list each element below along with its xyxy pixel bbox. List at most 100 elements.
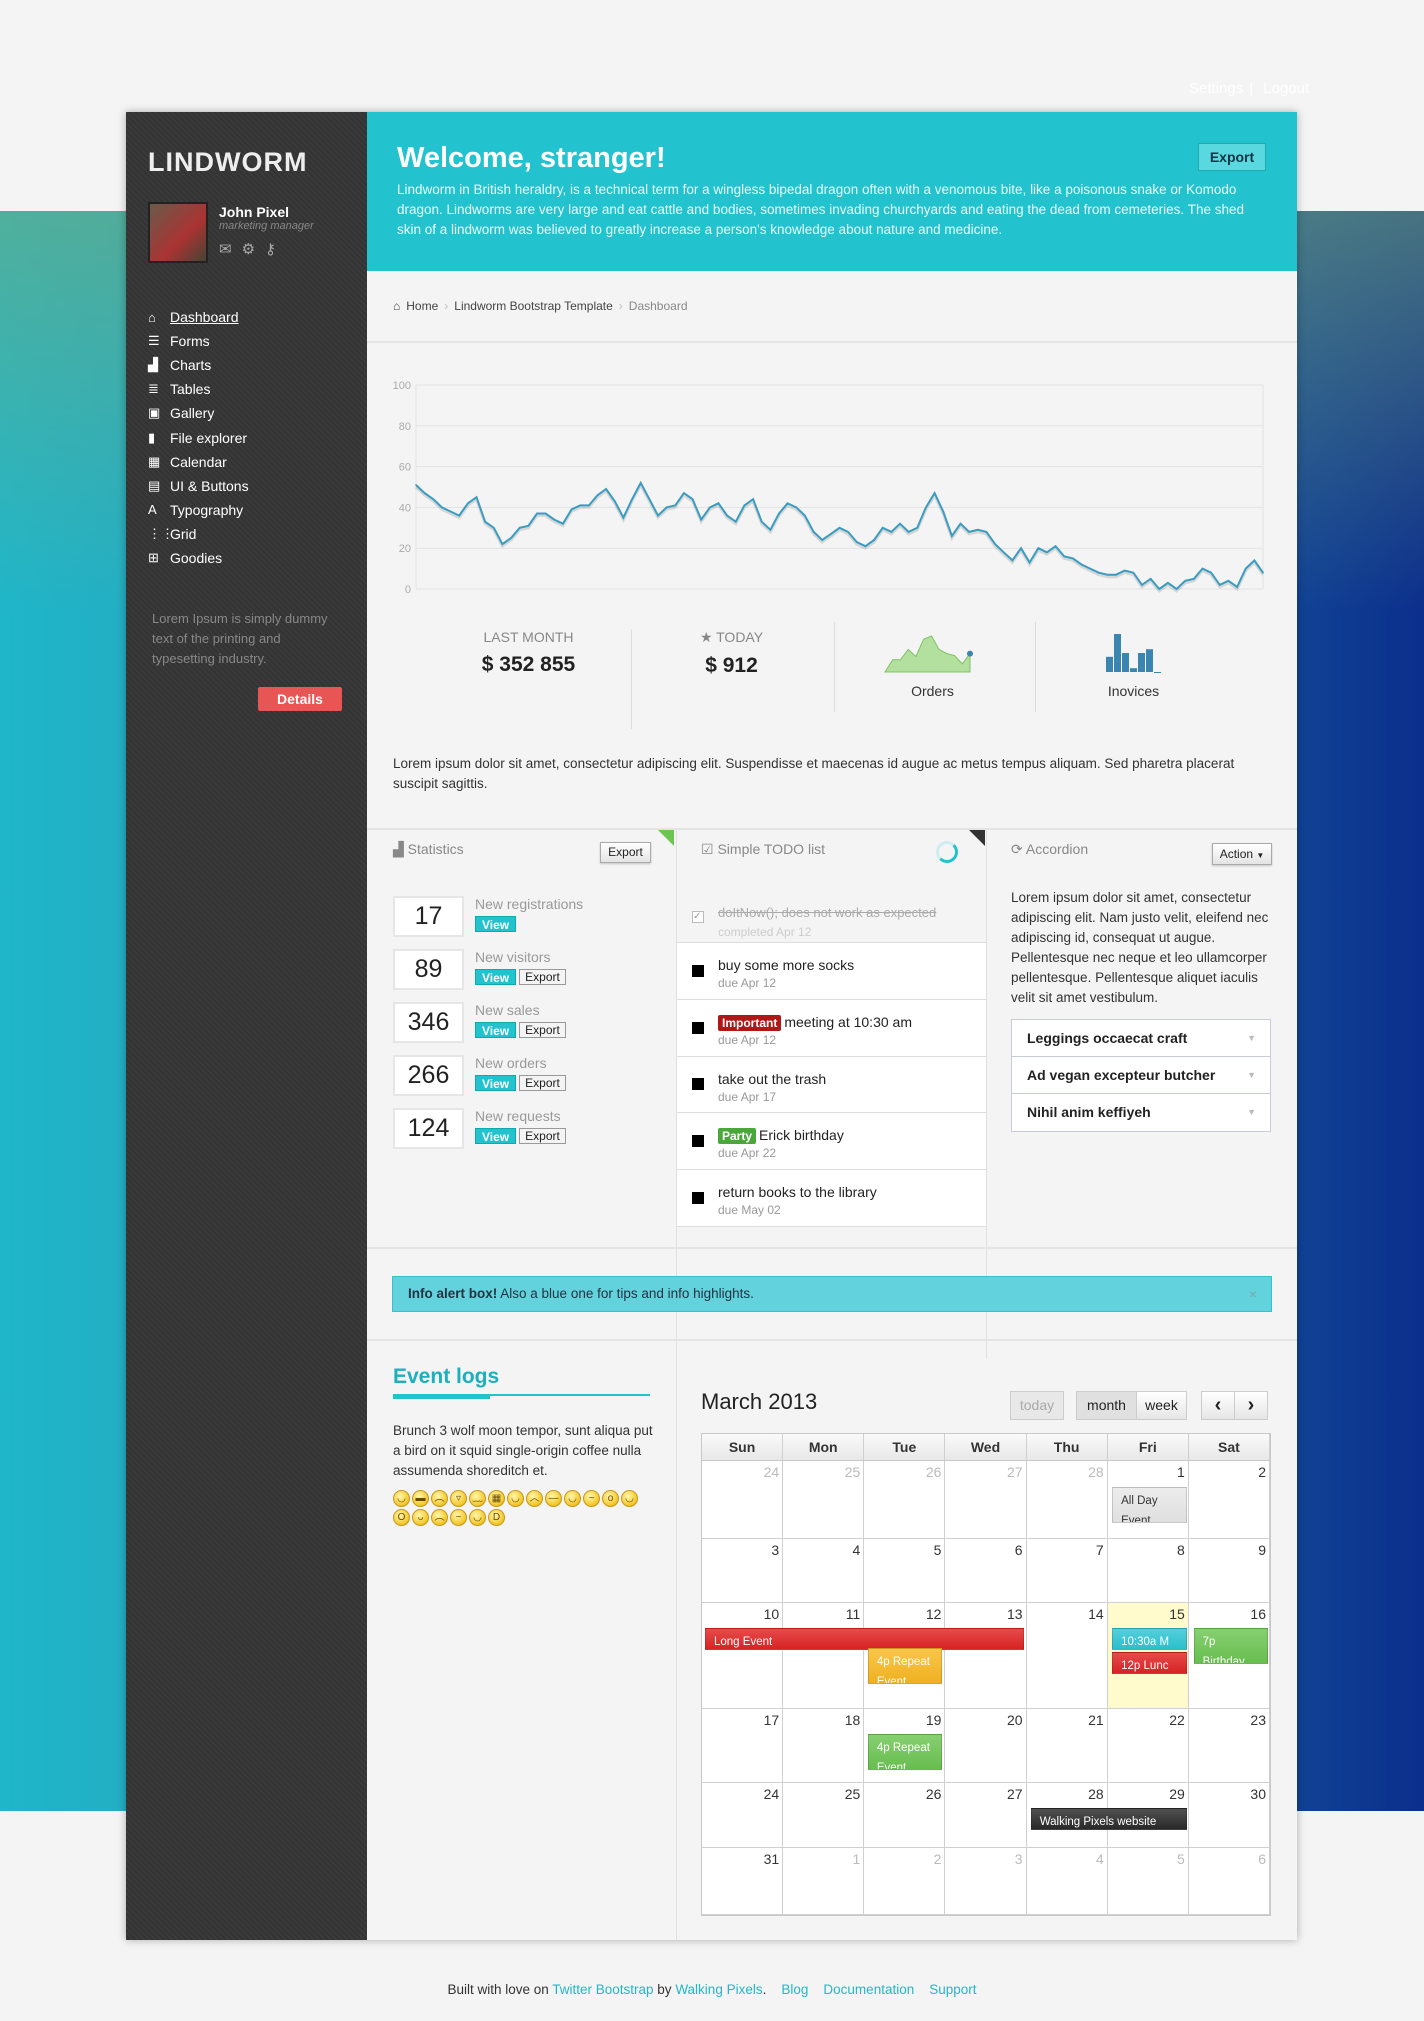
calendar-event[interactable]: All Day Event xyxy=(1112,1487,1187,1523)
sidebar-item-grid[interactable]: ⋮⋮ Grid xyxy=(148,522,249,546)
todo-item[interactable]: Party Erick birthday due Apr 22 xyxy=(677,1113,986,1170)
calendar-day[interactable]: 2 xyxy=(864,1848,946,1914)
calendar-day[interactable]: 23 xyxy=(1189,1709,1270,1782)
calendar-day[interactable]: 1 xyxy=(783,1848,865,1914)
export-button[interactable]: Export xyxy=(1198,143,1266,171)
calendar-day[interactable]: 26 xyxy=(864,1461,946,1538)
details-button[interactable]: Details xyxy=(258,687,342,711)
confused-emoticon-icon[interactable]: ~ xyxy=(583,1490,600,1507)
logo[interactable]: LINDWORM xyxy=(148,147,307,178)
calendar-day[interactable]: 24 xyxy=(702,1461,784,1538)
action-dropdown-button[interactable]: Action ▼ xyxy=(1212,843,1272,865)
calendar-day[interactable]: 21 xyxy=(1027,1709,1108,1782)
view-button[interactable]: View xyxy=(475,1022,517,1038)
worried-emoticon-icon[interactable]: ︵ xyxy=(431,1509,448,1526)
calendar-event[interactable]: 10:30a M xyxy=(1112,1628,1187,1650)
sidebar-item-calendar[interactable]: ▦ Calendar xyxy=(148,450,249,474)
view-button[interactable]: View xyxy=(475,969,517,985)
next-month-button[interactable]: › xyxy=(1234,1391,1268,1420)
checkbox[interactable] xyxy=(692,1078,704,1090)
todo-item[interactable]: take out the trash due Apr 17 xyxy=(677,1057,986,1113)
documentation-link[interactable]: Documentation xyxy=(823,1982,914,1997)
calendar-day[interactable]: 6 xyxy=(1189,1848,1270,1914)
sidebar-item-charts[interactable]: ▟ Charts xyxy=(148,353,249,377)
cool-emoticon-icon[interactable]: ▬ xyxy=(412,1490,429,1507)
calendar-day[interactable]: 26 xyxy=(864,1783,946,1847)
smile-emoticon-icon[interactable]: ◡ xyxy=(393,1490,410,1507)
walking-pixels-link[interactable]: Walking Pixels xyxy=(675,1982,762,1997)
accordion-item[interactable]: Nihil anim keffiyeh ▼ xyxy=(1012,1094,1270,1131)
calendar-day[interactable]: 30 xyxy=(1189,1783,1270,1847)
checkbox[interactable] xyxy=(692,1021,704,1034)
sidebar-item-goodies[interactable]: ⊞ Goodies xyxy=(148,546,249,570)
calendar-event[interactable]: 4p Repeat Event xyxy=(867,1648,943,1684)
gears-icon[interactable]: ⚙ xyxy=(242,240,255,258)
sidebar-item-tables[interactable]: ≣ Tables xyxy=(148,377,249,401)
neutral-emoticon-icon[interactable]: — xyxy=(545,1490,562,1507)
grin-emoticon-icon[interactable]: ▿ xyxy=(450,1490,467,1507)
todo-item[interactable]: ✓ doItNow(); does not work as expected com… xyxy=(677,893,986,943)
sidebar-item-typography[interactable]: A Typography xyxy=(148,498,249,522)
today-button[interactable]: today xyxy=(1010,1391,1064,1420)
todo-item[interactable]: return books to the library due May 02 xyxy=(677,1170,986,1227)
calendar-event[interactable]: Long Event xyxy=(705,1628,1024,1650)
calendar-day[interactable]: 28 xyxy=(1027,1461,1108,1538)
support-link[interactable]: Support xyxy=(929,1982,976,1997)
laugh-emoticon-icon[interactable]: ◡ xyxy=(507,1490,524,1507)
calendar-event[interactable]: 12p Lunc xyxy=(1112,1652,1187,1674)
teeth-emoticon-icon[interactable]: ▦ xyxy=(488,1490,505,1507)
todo-item[interactable]: buy some more socks due Apr 12 xyxy=(677,943,986,1000)
mail-icon[interactable]: ✉ xyxy=(219,240,232,258)
happy-emoticon-icon[interactable]: ◡ xyxy=(621,1490,638,1507)
calendar-day[interactable]: 27 xyxy=(945,1461,1027,1538)
sleepy-emoticon-icon[interactable]: ~ xyxy=(450,1509,467,1526)
sidebar-item-ui-buttons[interactable]: ▤ UI & Buttons xyxy=(148,474,249,498)
calendar-day[interactable]: 10 xyxy=(702,1603,784,1708)
calendar-day[interactable]: 18 xyxy=(783,1709,865,1782)
month-view-button[interactable]: month xyxy=(1076,1391,1137,1420)
checkbox[interactable] xyxy=(692,1191,704,1204)
calendar-day[interactable]: 14 xyxy=(1027,1603,1108,1708)
calendar-day[interactable]: 25 xyxy=(783,1783,865,1847)
calendar-day[interactable]: 5 xyxy=(1108,1848,1189,1914)
calendar-day[interactable]: 22 xyxy=(1108,1709,1189,1782)
wink-emoticon-icon[interactable]: ◡ xyxy=(469,1509,486,1526)
close-icon[interactable]: × xyxy=(1249,1277,1257,1311)
sidebar-item-dashboard[interactable]: ⌂ Dashboard xyxy=(148,305,249,329)
calendar-day[interactable]: 5 xyxy=(864,1539,946,1602)
todo-item[interactable]: Important meeting at 10:30 am due Apr 12 xyxy=(677,1000,986,1057)
calendar-day[interactable]: 9 xyxy=(1189,1539,1270,1602)
checkbox[interactable] xyxy=(692,964,704,977)
breadcrumb-home[interactable]: Home xyxy=(406,299,438,313)
cry-emoticon-icon[interactable]: ︵ xyxy=(431,1490,448,1507)
calendar-day[interactable]: 4 xyxy=(783,1539,865,1602)
calendar-day[interactable]: 3 xyxy=(702,1539,784,1602)
checkbox-checked-icon[interactable]: ✓ xyxy=(692,911,704,923)
export-button[interactable]: Export xyxy=(519,1075,566,1091)
calendar-day[interactable]: 11 xyxy=(783,1603,865,1708)
view-button[interactable]: View xyxy=(475,916,517,932)
blog-link[interactable]: Blog xyxy=(781,1982,808,1997)
calendar-day[interactable]: 24 xyxy=(702,1783,784,1847)
export-button[interactable]: Export xyxy=(519,1022,566,1038)
angry-emoticon-icon[interactable]: ︿ xyxy=(526,1490,543,1507)
calendar-day[interactable]: 13 xyxy=(945,1603,1027,1708)
sidebar-item-forms[interactable]: ☰ Forms xyxy=(148,329,249,353)
laughing-emoticon-icon[interactable]: D xyxy=(488,1509,505,1526)
statistics-export-button[interactable]: Export xyxy=(600,842,651,863)
calendar-day[interactable]: 25 xyxy=(783,1461,865,1538)
logout-link[interactable]: Logout xyxy=(1263,80,1309,97)
view-button[interactable]: View xyxy=(475,1128,517,1144)
tongue-emoticon-icon[interactable]: ᴗ xyxy=(412,1509,429,1526)
shocked-emoticon-icon[interactable]: O xyxy=(393,1509,410,1526)
bootstrap-link[interactable]: Twitter Bootstrap xyxy=(552,1982,653,1997)
calendar-day[interactable]: 31 xyxy=(702,1848,784,1914)
calendar-event[interactable]: Walking Pixels website xyxy=(1030,1808,1187,1830)
calendar-event[interactable]: 4p Repeat Event xyxy=(867,1734,943,1770)
week-view-button[interactable]: week xyxy=(1136,1391,1187,1420)
calendar-day[interactable]: 8 xyxy=(1108,1539,1189,1602)
prev-month-button[interactable]: ‹ xyxy=(1201,1391,1235,1420)
view-button[interactable]: View xyxy=(475,1075,517,1091)
calendar-event[interactable]: 7p Birthday Party xyxy=(1193,1628,1268,1664)
calendar-day[interactable]: 3 xyxy=(945,1848,1027,1914)
